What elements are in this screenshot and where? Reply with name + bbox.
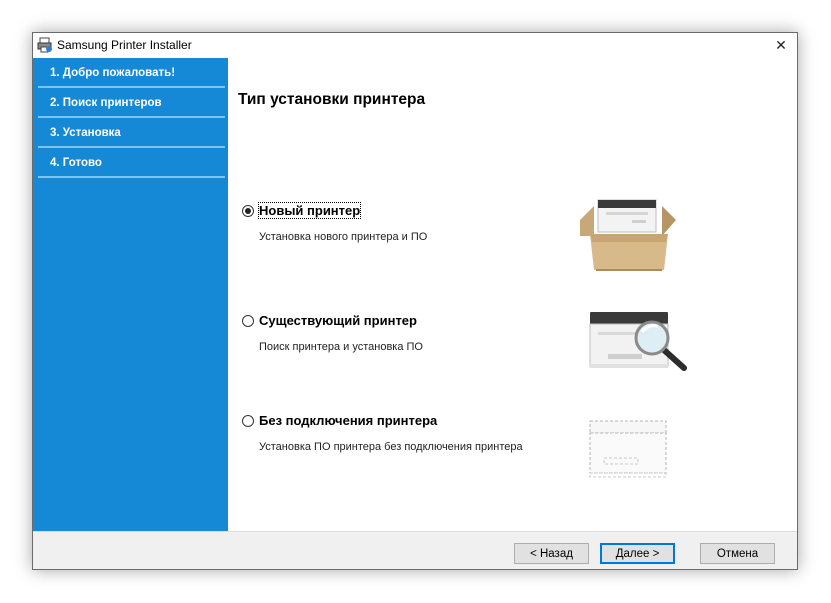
page-title: Тип установки принтера (238, 91, 426, 108)
cancel-button[interactable]: Отмена (700, 543, 775, 564)
button-bar: < Назад Далее > Отмена (33, 531, 797, 569)
printer-outline-icon (589, 420, 667, 478)
printer-magnifier-icon (589, 312, 687, 371)
option-existing-printer-label[interactable]: Существующий принтер (259, 313, 417, 328)
option-existing-printer-description: Поиск принтера и установка ПО (259, 341, 423, 353)
installer-window: Samsung Printer Installer ✕ 1. Добро пож… (32, 32, 798, 570)
radio-existing-printer[interactable] (242, 315, 254, 327)
printer-setup-icon (37, 37, 52, 53)
option-new-printer-description: Установка нового принтера и ПО (259, 231, 428, 243)
close-button[interactable]: ✕ (765, 33, 797, 58)
title-bar[interactable]: Samsung Printer Installer ✕ (33, 33, 797, 58)
radio-selected-dot (245, 208, 251, 214)
step-welcome[interactable]: 1. Добро пожаловать! (38, 60, 225, 88)
window-title: Samsung Printer Installer (57, 38, 192, 52)
next-button[interactable]: Далее > (600, 543, 675, 564)
option-no-printer-label[interactable]: Без подключения принтера (259, 413, 437, 428)
step-installation[interactable]: 3. Установка (38, 120, 225, 148)
radio-no-printer[interactable] (242, 415, 254, 427)
wizard-steps-sidebar: 1. Добро пожаловать! 2. Поиск принтеров … (33, 58, 228, 531)
option-new-printer-label[interactable]: Новый принтер (257, 202, 362, 219)
close-icon: ✕ (775, 37, 787, 53)
main-content: Тип установки принтера Новый принтер Уст… (228, 58, 797, 531)
option-no-printer-description: Установка ПО принтера без подключения пр… (259, 441, 523, 453)
step-printer-search[interactable]: 2. Поиск принтеров (38, 90, 225, 118)
back-button[interactable]: < Назад (514, 543, 589, 564)
radio-new-printer[interactable] (242, 205, 254, 217)
printer-in-box-icon (580, 199, 676, 271)
step-finished[interactable]: 4. Готово (38, 150, 225, 178)
